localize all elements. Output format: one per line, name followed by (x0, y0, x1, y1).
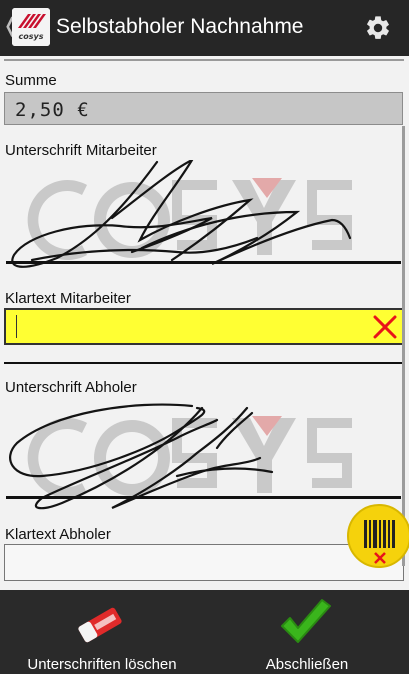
cosys-logo-icon[interactable]: cosys (12, 8, 50, 46)
clear-signatures-label: Unterschriften löschen (27, 656, 177, 673)
bottom-action-bar: Unterschriften löschen Abschließen (0, 590, 409, 674)
employee-signature-label: Unterschrift Mitarbeiter (5, 142, 157, 159)
action-bar: ❬ cosys Selbstabholer Nachnahme (0, 0, 409, 56)
eraser-icon (78, 607, 122, 643)
finish-button[interactable]: Abschließen (205, 590, 409, 674)
sum-field: 2,50 € (4, 92, 403, 125)
pickup-signature-label: Unterschrift Abholer (5, 379, 137, 396)
section-divider (4, 362, 405, 364)
text-caret (16, 315, 17, 338)
clear-x-icon[interactable] (372, 314, 398, 340)
pickup-signature-line (6, 496, 401, 499)
gear-icon[interactable] (364, 14, 392, 42)
divider (4, 59, 404, 61)
barcode-scan-button[interactable] (343, 503, 409, 569)
employee-name-label: Klartext Mitarbeiter (5, 290, 131, 307)
sum-label: Summe (5, 72, 57, 89)
page-title: Selbstabholer Nachnahme (56, 15, 304, 38)
employee-name-input[interactable] (4, 308, 404, 345)
cosys-watermark-icon (11, 157, 352, 268)
employee-signature-pad[interactable] (2, 157, 405, 290)
svg-text:cosys: cosys (19, 32, 44, 41)
pickup-name-label: Klartext Abholer (5, 526, 111, 543)
barcode-icon (347, 504, 409, 568)
employee-signature-line (6, 261, 401, 264)
clear-signatures-button[interactable]: Unterschriften löschen (0, 590, 204, 674)
checkmark-icon (281, 599, 331, 643)
scrollbar[interactable] (402, 126, 405, 566)
finish-label: Abschließen (265, 656, 349, 673)
